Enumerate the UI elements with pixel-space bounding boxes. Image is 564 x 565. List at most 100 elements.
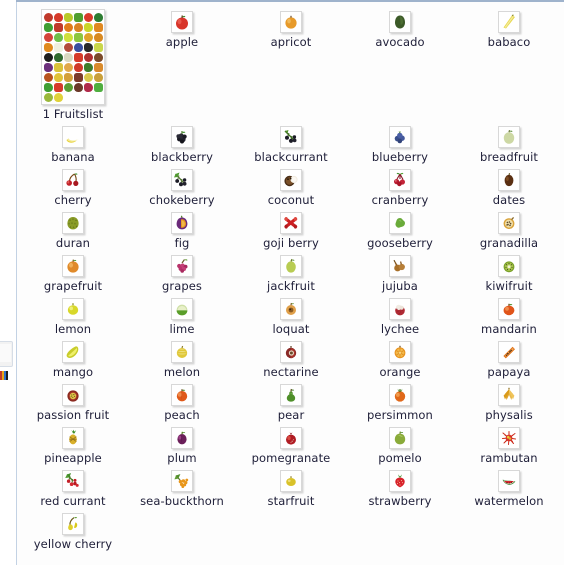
file-item[interactable]: watermelon (455, 464, 564, 508)
file-item[interactable]: pomelo (346, 421, 455, 465)
lychee-icon[interactable] (389, 298, 411, 320)
pineapple-icon[interactable] (62, 427, 84, 449)
red-currant-icon[interactable] (62, 470, 84, 492)
file-item[interactable]: chokeberry (128, 163, 237, 207)
coconut-icon[interactable] (280, 169, 302, 191)
pomelo-icon[interactable] (389, 427, 411, 449)
file-item[interactable]: physalis (455, 378, 564, 422)
papaya-icon[interactable] (498, 341, 520, 363)
file-item[interactable]: blackberry (128, 120, 237, 164)
babaco-icon[interactable] (498, 11, 520, 33)
kiwifruit-icon[interactable] (498, 255, 520, 277)
file-item[interactable]: cherry (19, 163, 128, 207)
file-item[interactable]: blackcurrant (237, 120, 346, 164)
file-item[interactable]: persimmon (346, 378, 455, 422)
jackfruit-icon[interactable] (280, 255, 302, 277)
file-item[interactable]: pomegranate (237, 421, 346, 465)
blackberry-icon[interactable] (171, 126, 193, 148)
mango-icon[interactable] (62, 341, 84, 363)
file-item[interactable]: nectarine (237, 335, 346, 379)
file-item[interactable]: grapes (128, 249, 237, 293)
melon-icon[interactable] (171, 341, 193, 363)
file-item[interactable]: babaco (455, 5, 564, 49)
file-item[interactable]: lemon (19, 292, 128, 336)
lime-icon[interactable] (171, 298, 193, 320)
file-item[interactable]: lime (128, 292, 237, 336)
blackcurrant-icon[interactable] (280, 126, 302, 148)
sea-buckthorn-icon[interactable] (171, 470, 193, 492)
goji-berry-icon[interactable] (280, 212, 302, 234)
file-item[interactable]: red currant (19, 464, 128, 508)
orange-icon[interactable] (389, 341, 411, 363)
fig-icon[interactable] (171, 212, 193, 234)
file-item[interactable]: grapefruit (19, 249, 128, 293)
durian-icon[interactable] (62, 212, 84, 234)
file-item[interactable]: goji berry (237, 206, 346, 250)
file-item[interactable]: loquat (237, 292, 346, 336)
file-item[interactable]: rambutan (455, 421, 564, 465)
folder-preview-fruitslist-icon[interactable] (41, 9, 105, 105)
file-item[interactable]: apple (128, 5, 237, 49)
background-taskbar-sliver[interactable] (0, 371, 9, 382)
file-explorer-content-pane[interactable]: 1 Fruitslist apple apricot avocado babaco ban… (17, 2, 564, 565)
file-item[interactable]: kiwifruit (455, 249, 564, 293)
file-item[interactable]: melon (128, 335, 237, 379)
file-item[interactable]: lychee (346, 292, 455, 336)
file-item[interactable]: apricot (237, 5, 346, 49)
gooseberry-icon[interactable] (389, 212, 411, 234)
apple-icon[interactable] (171, 11, 193, 33)
watermelon-icon[interactable] (498, 470, 520, 492)
file-item[interactable]: cranberry (346, 163, 455, 207)
file-item[interactable]: starfruit (237, 464, 346, 508)
file-item[interactable]: strawberry (346, 464, 455, 508)
file-item[interactable]: mango (19, 335, 128, 379)
jujuba-icon[interactable] (389, 255, 411, 277)
granadilla-icon[interactable] (498, 212, 520, 234)
file-item[interactable]: avocado (346, 5, 455, 49)
grapefruit-icon[interactable] (62, 255, 84, 277)
file-item[interactable]: fig (128, 206, 237, 250)
yellow-cherry-icon[interactable] (62, 513, 84, 535)
banana-icon[interactable] (62, 126, 84, 148)
file-item[interactable]: peach (128, 378, 237, 422)
nectarine-icon[interactable] (280, 341, 302, 363)
file-item[interactable]: sea-buckthorn (128, 464, 237, 508)
file-item[interactable]: blueberry (346, 120, 455, 164)
file-item[interactable]: jackfruit (237, 249, 346, 293)
file-item[interactable]: papaya (455, 335, 564, 379)
file-item[interactable]: banana (19, 120, 128, 164)
mandarin-icon[interactable] (498, 298, 520, 320)
file-item[interactable]: dates (455, 163, 564, 207)
file-item[interactable]: plum (128, 421, 237, 465)
lemon-icon[interactable] (62, 298, 84, 320)
pomegranate-icon[interactable] (280, 427, 302, 449)
file-item[interactable]: granadilla (455, 206, 564, 250)
apricot-icon[interactable] (280, 11, 302, 33)
file-item[interactable]: jujuba (346, 249, 455, 293)
file-item[interactable]: breadfruit (455, 120, 564, 164)
physalis-icon[interactable] (498, 384, 520, 406)
chokeberry-icon[interactable] (171, 169, 193, 191)
file-item[interactable]: duran (19, 206, 128, 250)
file-item[interactable]: gooseberry (346, 206, 455, 250)
folder-item[interactable]: 1 Fruitslist (19, 5, 128, 121)
peach-icon[interactable] (171, 384, 193, 406)
file-item[interactable]: passion fruit (19, 378, 128, 422)
file-item[interactable]: coconut (237, 163, 346, 207)
grapes-icon[interactable] (171, 255, 193, 277)
file-item[interactable]: yellow cherry (19, 507, 128, 551)
file-item[interactable]: pineapple (19, 421, 128, 465)
plum-icon[interactable] (171, 427, 193, 449)
file-item[interactable]: mandarin (455, 292, 564, 336)
cranberry-icon[interactable] (389, 169, 411, 191)
strawberry-icon[interactable] (389, 470, 411, 492)
starfruit-icon[interactable] (280, 470, 302, 492)
dates-icon[interactable] (498, 169, 520, 191)
pear-icon[interactable] (280, 384, 302, 406)
persimmon-icon[interactable] (389, 384, 411, 406)
cherry-icon[interactable] (62, 169, 84, 191)
breadfruit-icon[interactable] (498, 126, 520, 148)
file-item[interactable]: orange (346, 335, 455, 379)
rambutan-icon[interactable] (498, 427, 520, 449)
passion-fruit-icon[interactable] (62, 384, 84, 406)
